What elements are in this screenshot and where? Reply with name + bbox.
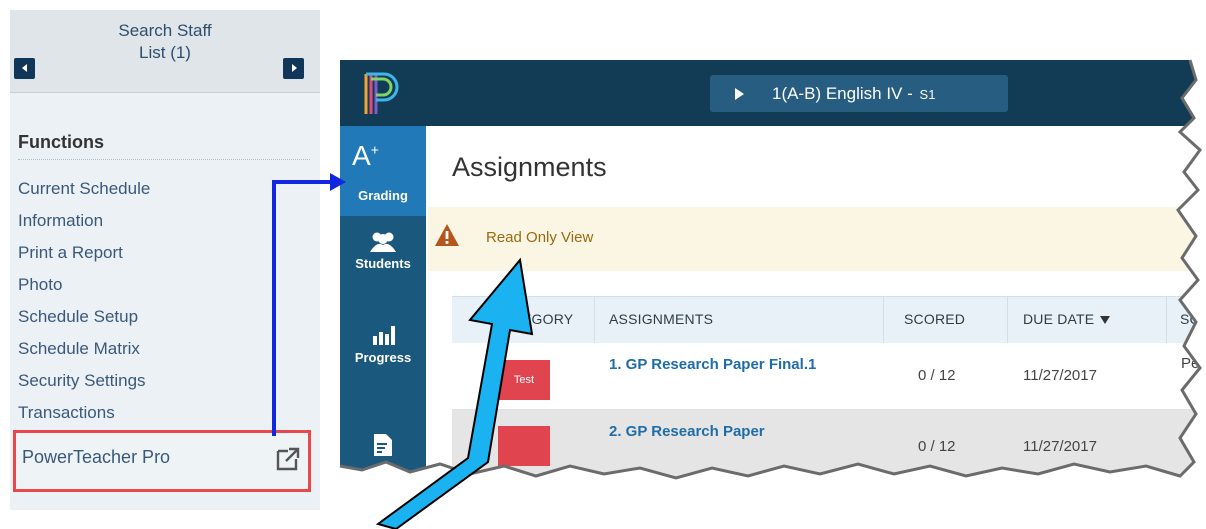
column-header-scored[interactable]: SCORED: [904, 311, 965, 327]
table-header: EGORY ASSIGNMENTS SCORED DUE DATE SC: [452, 296, 1206, 344]
function-link-current-schedule[interactable]: Current Schedule: [18, 173, 150, 205]
left-arrow-icon: [22, 64, 27, 72]
column-header-due-date[interactable]: DUE DATE: [1023, 311, 1111, 327]
score-type-cell: Pe: [1181, 355, 1200, 372]
sidebar-label-grading: Grading: [358, 188, 408, 203]
progress-icon: [373, 326, 395, 345]
category-badge: [498, 426, 550, 466]
page-title: Assignments: [452, 152, 607, 182]
powerteacher-pro-link[interactable]: PowerTeacher Pro: [22, 447, 170, 468]
column-divider: [1007, 297, 1008, 343]
assignment-name-link[interactable]: 1. GP Research Paper Final.1: [609, 354, 849, 376]
table-row[interactable]: 2. GP Research Paper 0 / 12 11/27/2017: [452, 410, 1206, 477]
sidebar-item-progress[interactable]: Progress: [340, 322, 426, 402]
scored-cell: 0 / 12: [918, 367, 956, 384]
assignment-name-link[interactable]: 2. GP Research Paper: [609, 421, 849, 443]
category-badge: Test: [498, 360, 550, 400]
column-divider: [883, 297, 884, 343]
external-link-icon[interactable]: [274, 445, 302, 473]
document-edit-icon: [374, 434, 392, 456]
function-link-photo[interactable]: Photo: [18, 269, 150, 301]
column-divider: [594, 297, 595, 343]
sidebar-item-grading[interactable]: A+ Grading: [340, 126, 426, 216]
staff-list-title-line2: List (1): [139, 43, 191, 62]
function-link-print-report[interactable]: Print a Report: [18, 237, 150, 269]
app-sidebar: A+ Grading Students Progress: [340, 126, 426, 529]
function-link-schedule-matrix[interactable]: Schedule Matrix: [18, 333, 150, 365]
staff-list-title: Search Staff List (1): [50, 20, 280, 64]
read-only-alert: Read Only View: [428, 207, 1206, 271]
function-link-schedule-setup[interactable]: Schedule Setup: [18, 301, 150, 333]
class-selector-label: 1(A-B) English IV - S1: [772, 84, 935, 104]
powerschool-staff-panel: Search Staff List (1) Functions Current …: [10, 10, 320, 510]
assignments-page: Assignments Read Only View EGORY ASSIGNM…: [426, 126, 1206, 529]
sidebar-label-students: Students: [355, 256, 411, 271]
column-divider: [1166, 297, 1167, 343]
function-link-information[interactable]: Information: [18, 205, 150, 237]
function-link-transactions[interactable]: Transactions: [18, 397, 150, 429]
powerschool-logo-icon: [364, 72, 399, 114]
next-staff-button[interactable]: [283, 58, 304, 79]
read-only-alert-text: Read Only View: [486, 229, 594, 246]
top-bar: 1(A-B) English IV - S1: [340, 60, 1206, 126]
sort-descending-icon: [1100, 316, 1111, 325]
previous-staff-button[interactable]: [14, 58, 35, 79]
sidebar-item-students[interactable]: Students: [340, 230, 426, 310]
class-name: 1(A-B) English IV: [772, 84, 903, 103]
students-icon: [370, 232, 396, 252]
warning-icon: [435, 224, 459, 246]
due-date-cell: 11/27/2017: [1023, 438, 1097, 455]
right-arrow-icon: [292, 64, 297, 72]
column-header-assignments[interactable]: ASSIGNMENTS: [609, 311, 713, 327]
powerteacher-pro-link-highlight[interactable]: PowerTeacher Pro: [13, 430, 311, 492]
play-icon: [735, 88, 744, 100]
class-selector-button[interactable]: 1(A-B) English IV - S1: [710, 75, 1008, 112]
sidebar-label-progress: Progress: [354, 350, 412, 365]
column-header-score-type[interactable]: SC: [1180, 311, 1200, 327]
staff-list-title-line1: Search Staff: [118, 21, 212, 40]
powerteacher-pro-window: 1(A-B) English IV - S1 A+ Grading Studen…: [340, 60, 1206, 529]
scored-cell: 0 / 12: [918, 438, 956, 455]
staff-list-navigator: Search Staff List (1): [10, 10, 320, 93]
functions-divider: [18, 159, 310, 160]
column-header-category[interactable]: EGORY: [522, 311, 573, 327]
class-separator: -: [907, 84, 913, 103]
sidebar-item-assignments[interactable]: [340, 432, 426, 492]
functions-heading: Functions: [18, 132, 104, 152]
function-link-security-settings[interactable]: Security Settings: [18, 365, 150, 397]
functions-list: Current Schedule Information Print a Rep…: [18, 173, 150, 429]
grading-icon: A+: [352, 140, 379, 171]
due-date-label: DUE DATE: [1023, 311, 1095, 327]
table-row[interactable]: Test 1. GP Research Paper Final.1 0 / 12…: [452, 343, 1206, 410]
due-date-cell: 11/27/2017: [1023, 367, 1097, 384]
class-term: S1: [919, 87, 936, 102]
